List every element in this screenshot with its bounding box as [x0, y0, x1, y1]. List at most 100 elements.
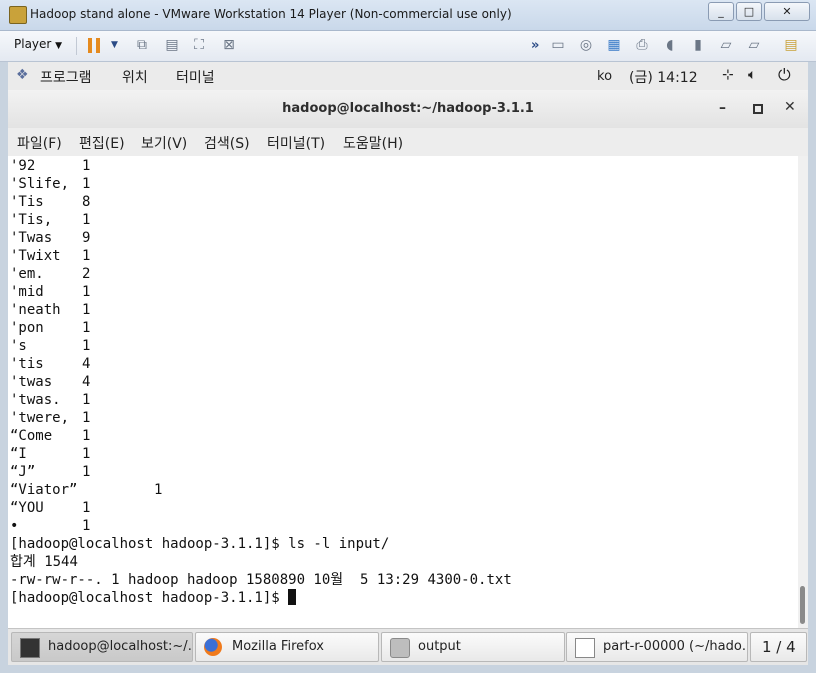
task-part-r-00000[interactable]: part-r-00000 (~/hado…	[566, 632, 748, 662]
sound-card-icon[interactable]: ◖	[661, 37, 679, 53]
count-8: 1	[82, 302, 91, 318]
count-2: 8	[82, 194, 91, 210]
places-menu[interactable]: 위치	[122, 67, 148, 87]
taskbar: hadoop@localhost:~/… Mozilla Firefox out…	[8, 628, 808, 665]
send-ctrl-alt-del-icon[interactable]: ⧉	[133, 37, 151, 53]
display-2-icon[interactable]: ▱	[745, 37, 763, 53]
word-12: 'twas	[10, 374, 53, 390]
cd-icon[interactable]: ◎	[577, 37, 595, 53]
terminal-scrollbar[interactable]	[798, 156, 808, 628]
terminal-icon	[20, 638, 40, 658]
count-13: 1	[82, 392, 91, 408]
count-6: 2	[82, 266, 91, 282]
count-14: 1	[82, 410, 91, 426]
close-button[interactable]: ✕	[784, 99, 796, 115]
word-19: “YOU	[10, 500, 44, 516]
applications-menu[interactable]: 프로그램	[40, 67, 92, 87]
word-9: 'pon	[10, 320, 44, 336]
chevron-down-icon: ▼	[55, 41, 63, 51]
word-2: 'Tis	[10, 194, 44, 210]
word-11: 'tis	[10, 356, 44, 372]
word-8: 'neath	[10, 302, 61, 318]
menu-file[interactable]: 파일(F)	[17, 133, 62, 153]
count-10: 1	[82, 338, 91, 354]
vmware-toolbar: Player ▼ ▼ ⧉ ▤ ⛶ ⊠ » ▭ ◎ ▦ ⎙ ◖ ▮ ▱ ▱ ▤	[0, 31, 816, 62]
word-13: 'twas.	[10, 392, 61, 408]
count-7: 1	[82, 284, 91, 300]
count-1: 1	[82, 176, 91, 192]
count-0: 1	[82, 158, 91, 174]
count-16: 1	[82, 446, 91, 462]
message-log-icon[interactable]: ▤	[782, 37, 800, 53]
word-20: •	[10, 518, 19, 534]
word-18: “Viator”	[10, 482, 78, 498]
cursor	[288, 589, 297, 605]
folder-icon	[390, 638, 410, 658]
network-icon[interactable]: ⊹	[722, 67, 734, 83]
word-15: “Come	[10, 428, 53, 444]
input-method-indicator[interactable]: ko	[597, 69, 612, 84]
maximize-button[interactable]: □	[736, 2, 762, 21]
terminal-window-title: hadoop@localhost:~/hadoop-3.1.1	[282, 101, 534, 116]
clock[interactable]: (금) 14:12	[629, 67, 698, 87]
vmware-window-title: Hadoop stand alone - VMware Workstation …	[30, 7, 512, 21]
network-icon[interactable]: ▦	[605, 37, 623, 53]
prompt-line[interactable]: [hadoop@localhost hadoop-3.1.1]$	[10, 589, 297, 607]
task-firefox[interactable]: Mozilla Firefox	[195, 632, 379, 662]
vmware-title-bar: Hadoop stand alone - VMware Workstation …	[0, 0, 816, 31]
count-4: 9	[82, 230, 91, 246]
double-chevron-icon[interactable]: »	[531, 38, 539, 53]
workspace-switcher[interactable]: 1 / 4	[750, 632, 807, 662]
terminal-menu[interactable]: 터미널	[176, 67, 215, 87]
word-7: 'mid	[10, 284, 44, 300]
word-3: 'Tis,	[10, 212, 53, 228]
count-18: 1	[154, 482, 163, 498]
display-icon[interactable]: ▱	[717, 37, 735, 53]
task-terminal[interactable]: hadoop@localhost:~/…	[11, 632, 193, 662]
count-5: 1	[82, 248, 91, 264]
word-17: “J”	[10, 464, 36, 480]
count-15: 1	[82, 428, 91, 444]
menu-view[interactable]: 보기(V)	[141, 133, 187, 153]
word-5: 'Twixt	[10, 248, 61, 264]
menu-help[interactable]: 도움말(H)	[343, 133, 403, 153]
terminal-title-bar: hadoop@localhost:~/hadoop-3.1.1 – ✕	[8, 90, 808, 129]
minimize-button[interactable]: _	[708, 2, 734, 21]
count-19: 1	[82, 500, 91, 516]
total-line: 합계 1544	[10, 554, 78, 570]
word-6: 'em.	[10, 266, 44, 282]
gnome-top-panel: ❖ 프로그램 위치 터미널 ko (금) 14:12 ⊹ 🔈︎ ⏻	[8, 62, 808, 91]
count-20: 1	[82, 518, 91, 534]
count-17: 1	[82, 464, 91, 480]
count-9: 1	[82, 320, 91, 336]
player-menu-button[interactable]: Player ▼	[14, 37, 62, 51]
printer-icon[interactable]: ⎙	[633, 37, 651, 53]
chevron-down-icon[interactable]: ▼	[111, 40, 118, 50]
terminal-output[interactable]: '92 1 'Slife, 1 'Tis 8 'Tis, 1 'Twas 9 '…	[8, 156, 798, 628]
word-1: 'Slife,	[10, 176, 70, 192]
menu-search[interactable]: 검색(S)	[204, 133, 250, 153]
power-icon[interactable]: ⏻	[778, 65, 791, 85]
word-14: 'twere,	[10, 410, 70, 426]
word-10: 's	[10, 338, 27, 354]
menu-terminal[interactable]: 터미널(T)	[267, 133, 325, 153]
volume-icon[interactable]: 🔈︎	[748, 67, 756, 83]
vmware-app-icon	[9, 6, 27, 24]
word-0: '92	[10, 158, 36, 174]
no-screen-icon[interactable]: ⊠	[220, 37, 238, 53]
fullscreen-icon[interactable]: ⛶	[190, 37, 208, 53]
hard-disk-icon[interactable]: ▭	[549, 37, 567, 53]
maximize-button[interactable]	[753, 104, 763, 114]
minimize-button[interactable]: –	[719, 100, 726, 116]
task-output[interactable]: output	[381, 632, 565, 662]
file-listing-line: -rw-rw-r--. 1 hadoop hadoop 1580890 10월 …	[10, 572, 512, 588]
unity-icon[interactable]: ▤	[163, 37, 181, 53]
menu-edit[interactable]: 편집(E)	[79, 133, 125, 153]
usb-icon[interactable]: ▮	[689, 37, 707, 53]
scrollbar-thumb[interactable]	[800, 586, 805, 624]
firefox-icon	[204, 638, 222, 656]
word-4: 'Twas	[10, 230, 53, 246]
applications-icon: ❖	[16, 67, 29, 83]
close-button[interactable]: ✕	[764, 2, 810, 21]
pause-icon[interactable]	[88, 38, 102, 53]
